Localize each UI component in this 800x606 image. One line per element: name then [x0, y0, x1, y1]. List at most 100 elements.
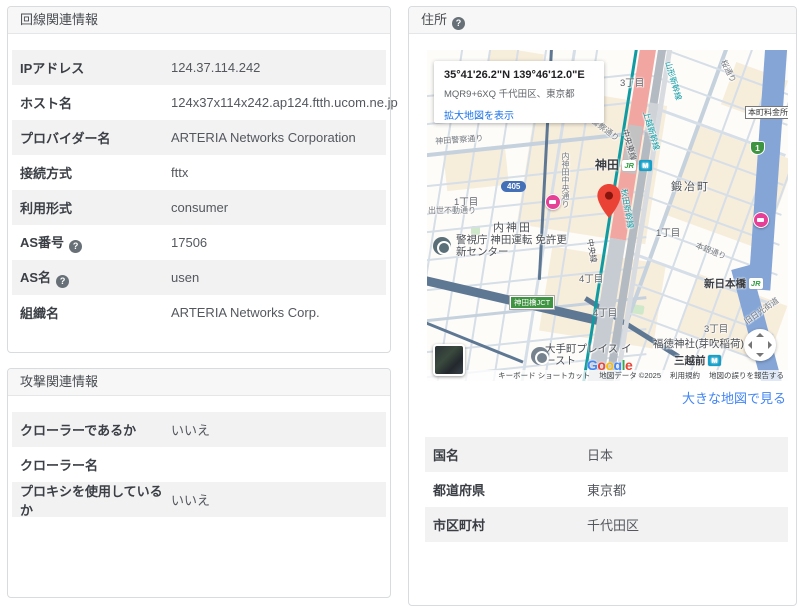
police-center-poi-icon[interactable] — [433, 237, 451, 255]
row-label: クローラーであるか — [20, 420, 171, 439]
station-mitsukoshimae-label: 三越前 — [674, 355, 706, 367]
info-row: IPアドレス124.37.114.242 — [12, 50, 386, 85]
map-attribution-bar: キーボード ショートカット地図データ ©2025 利用規約地図の誤りを報告する — [427, 370, 788, 381]
info-row: 組織名ARTERIA Networks Corp. — [12, 295, 386, 330]
line-info-table: IPアドレス124.37.114.242ホスト名124x37x114x242.a… — [12, 50, 386, 330]
row-value: いいえ — [171, 490, 210, 509]
row-value: 東京都 — [587, 480, 626, 499]
row-value: 124x37x114x242.ap124.ftth.ucom.ne.jp — [171, 95, 398, 110]
help-icon[interactable]: ? — [56, 275, 69, 288]
row-label: 利用形式 — [20, 198, 171, 217]
info-row: 都道府県東京都 — [425, 472, 788, 507]
station-mitsukoshimae[interactable]: 三越前 M — [674, 353, 721, 368]
map-info-card: 35°41'26.2"N 139°46'12.0"E MQR9+6XQ 千代田区… — [434, 61, 604, 123]
row-label: 国名 — [433, 445, 587, 464]
map-label: 上越新幹線 — [640, 110, 662, 151]
row-label: プロキシを使用しているか — [20, 481, 171, 519]
map-label: 山形新幹線 — [662, 60, 684, 101]
info-row: 国名日本 — [425, 437, 788, 472]
row-label: 接続方式 — [20, 163, 171, 182]
map-label: 1丁目 — [656, 225, 680, 239]
pan-control[interactable] — [744, 329, 776, 361]
info-row: AS名?usen — [12, 260, 386, 295]
address-panel: 住所? 神田警察通り神田警察通り桜通り3丁目山形新幹線上越新幹線中央東線秋田新幹… — [408, 6, 797, 606]
row-value: いいえ — [171, 420, 210, 439]
line-info-panel: 回線関連情報 IPアドレス124.37.114.242ホスト名124x37x11… — [7, 6, 391, 353]
station-shin-nihombashi-label: 新日本橋 — [704, 278, 746, 290]
row-label: AS名? — [20, 267, 171, 288]
info-row: クローラー名 — [12, 447, 386, 482]
keyboard-shortcuts-link[interactable]: キーボード ショートカット — [498, 370, 590, 381]
map-label: 本銀通り — [694, 240, 728, 262]
attack-info-table: クローラーであるかいいえクローラー名プロキシを使用しているかいいえ — [12, 412, 386, 517]
map-label: 警視庁 神田運転 免許更新センター — [456, 234, 568, 258]
address-panel-title: 住所? — [409, 7, 796, 34]
tokyo-metro-logo-icon: M — [708, 355, 720, 366]
plus-code-text: MQR9+6XQ 千代田区、東京都 — [444, 86, 594, 100]
row-value: 17506 — [171, 235, 207, 250]
info-row: プロキシを使用しているかいいえ — [12, 482, 386, 517]
info-row: クローラーであるかいいえ — [12, 412, 386, 447]
row-value: ARTERIA Networks Corp. — [171, 305, 320, 320]
jr-logo-icon: JR — [622, 160, 636, 171]
row-value: consumer — [171, 200, 228, 215]
row-label: 都道府県 — [433, 480, 587, 499]
map-label: 旧日光街道 — [742, 295, 781, 327]
map-label: 4丁目 — [593, 305, 617, 319]
help-icon[interactable]: ? — [69, 240, 82, 253]
satellite-view-toggle[interactable] — [433, 344, 465, 376]
location-pin-icon[interactable] — [597, 184, 621, 218]
address-table: 国名日本都道府県東京都市区町村千代田区 — [425, 437, 788, 542]
pan-left-icon — [748, 341, 752, 349]
attack-info-panel: 攻撃関連情報 クローラーであるかいいえクローラー名プロキシを使用しているかいいえ — [7, 368, 391, 598]
line-info-panel-title: 回線関連情報 — [8, 7, 390, 34]
row-value: usen — [171, 270, 199, 285]
map-label: 鍛冶町 — [671, 178, 710, 194]
pan-right-icon — [768, 341, 772, 349]
panel-title-text: 回線関連情報 — [20, 12, 98, 27]
info-row: AS番号?17506 — [12, 225, 386, 260]
tollgate-badge: 本町料金所 — [745, 106, 788, 119]
panel-title-text: 攻撃関連情報 — [20, 374, 98, 389]
view-larger-map-link[interactable]: 大きな地図で見る — [682, 388, 786, 407]
attack-info-panel-title: 攻撃関連情報 — [8, 369, 390, 396]
map-label: 3丁目 — [704, 321, 728, 335]
station-kanda-label: 神田 — [595, 158, 619, 172]
station-shin-nihombashi[interactable]: 新日本橋 JR — [704, 276, 763, 291]
pan-down-icon — [756, 353, 764, 357]
row-value: ARTERIA Networks Corporation — [171, 130, 356, 145]
info-row: プロバイダー名ARTERIA Networks Corporation — [12, 120, 386, 155]
pan-up-icon — [756, 333, 764, 337]
row-label: IPアドレス — [20, 58, 171, 77]
help-icon[interactable]: ? — [452, 17, 465, 30]
row-value: 124.37.114.242 — [171, 60, 260, 75]
map-label: 3丁目 — [620, 75, 644, 89]
enlarge-map-link[interactable]: 拡大地図を表示 — [444, 107, 594, 122]
map-data-text: 地図データ ©2025 — [599, 370, 661, 381]
row-label: ホスト名 — [20, 93, 171, 112]
terms-link[interactable]: 利用規約 — [670, 370, 700, 381]
route-405-shield: 405 — [501, 181, 526, 192]
info-row: 利用形式consumer — [12, 190, 386, 225]
otemachi-place-poi-icon[interactable] — [531, 347, 549, 365]
row-label: 組織名 — [20, 303, 171, 322]
row-value: fttx — [171, 165, 188, 180]
row-label: プロバイダー名 — [20, 128, 171, 147]
map-label: 4丁目 — [579, 271, 603, 285]
row-label: 市区町村 — [433, 515, 587, 534]
map-label: 出世不動通り — [428, 205, 476, 216]
jr-logo-icon: JR — [749, 278, 763, 289]
map-label: 桜通り — [718, 58, 738, 84]
map-label: 内神田中央通り — [560, 152, 571, 208]
row-label: クローラー名 — [20, 455, 171, 474]
google-map[interactable]: 神田警察通り神田警察通り桜通り3丁目山形新幹線上越新幹線中央東線秋田新幹線中央線… — [427, 50, 788, 381]
map-label: 神田警察通り — [435, 133, 484, 147]
route-1-shield: 1 — [750, 141, 765, 155]
hotel-poi-icon[interactable] — [545, 194, 561, 210]
info-row: 接続方式fttx — [12, 155, 386, 190]
station-kanda[interactable]: 神田 JR M — [595, 156, 652, 173]
coordinates-text: 35°41'26.2"N 139°46'12.0"E — [444, 69, 594, 81]
report-error-link[interactable]: 地図の誤りを報告する — [709, 370, 784, 381]
hotel-poi-icon[interactable] — [753, 212, 769, 228]
map-label: 中央線 — [584, 238, 599, 264]
